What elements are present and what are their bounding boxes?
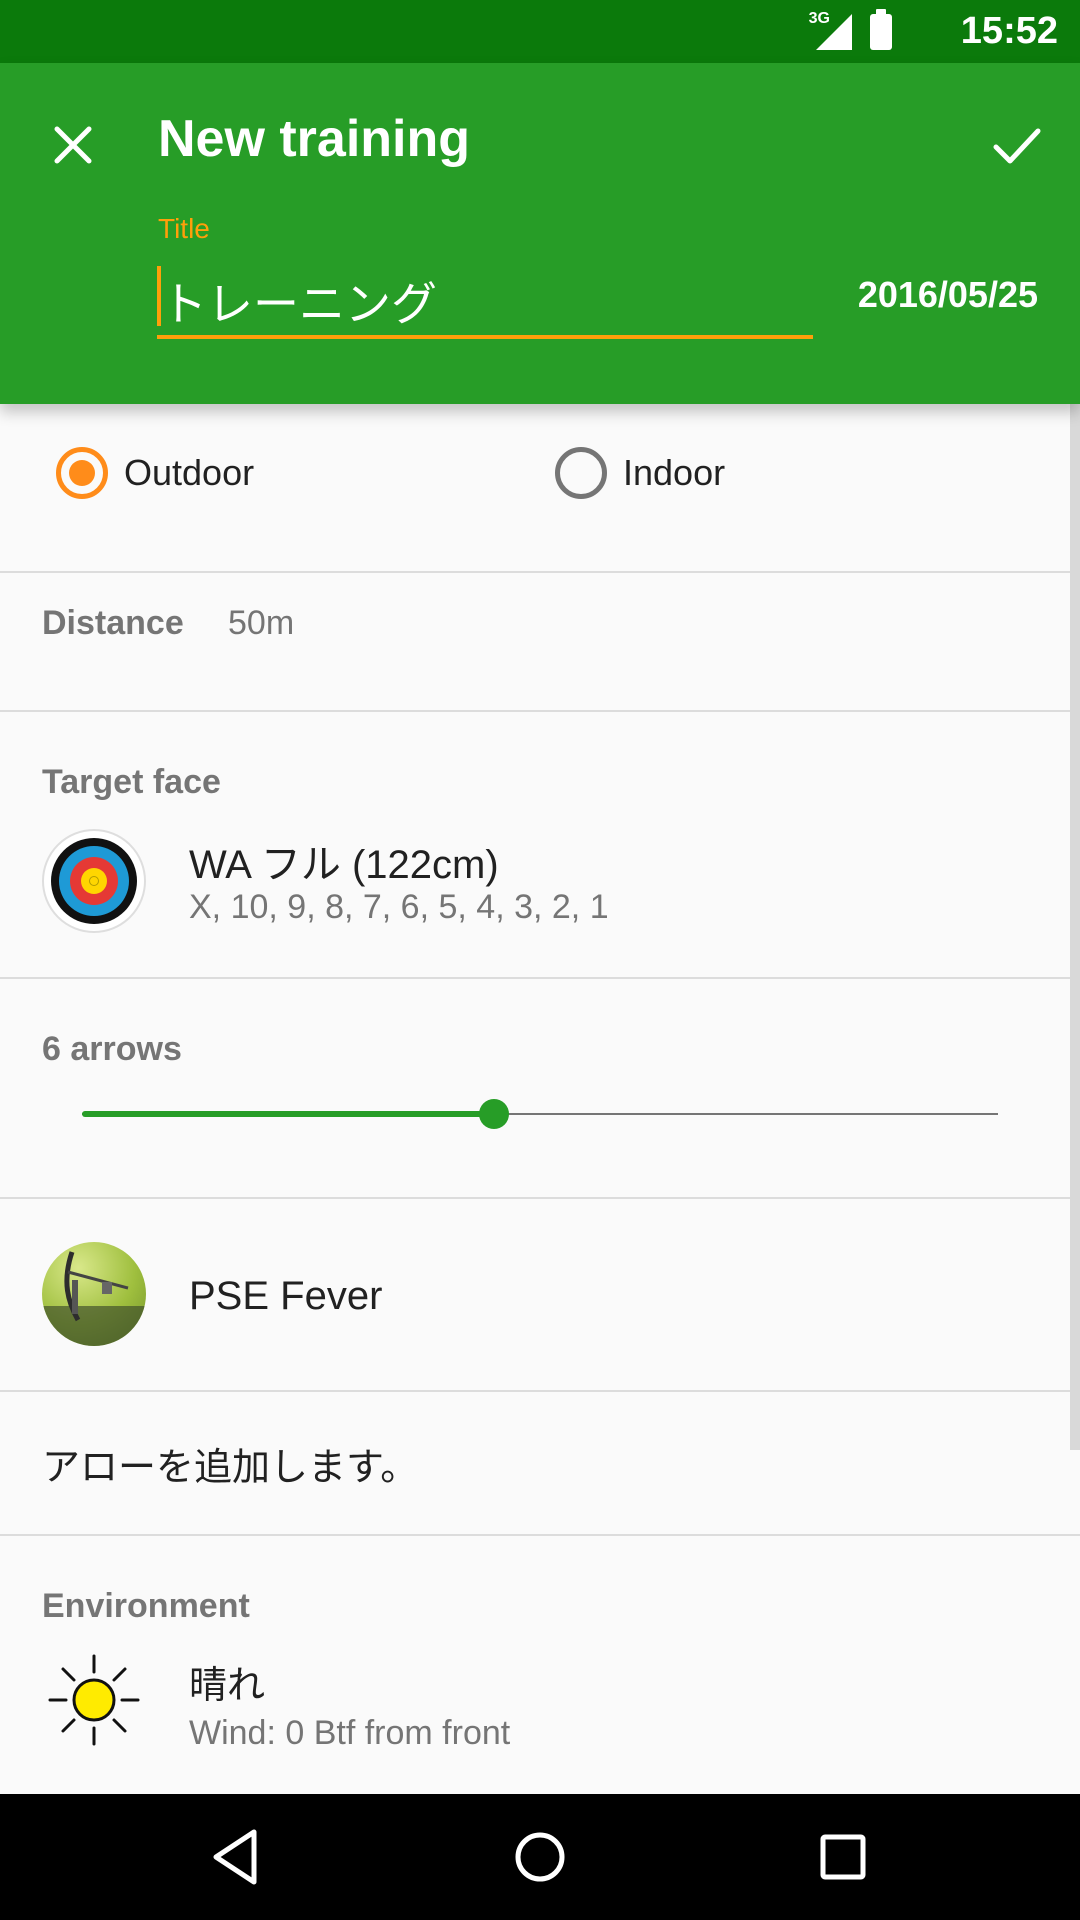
target-face-icon	[42, 829, 146, 933]
back-icon[interactable]	[200, 1820, 274, 1894]
status-bar: 3G 15:52	[0, 0, 1080, 63]
date-picker[interactable]: 2016/05/25	[858, 274, 1038, 316]
app-bar: New training Title 2016/05/25	[0, 63, 1080, 404]
radio-checked-icon	[56, 447, 108, 499]
scrollbar[interactable]	[1070, 404, 1080, 1450]
divider	[0, 977, 1080, 979]
save-button[interactable]	[982, 110, 1052, 180]
radio-outdoor[interactable]: Outdoor	[56, 447, 254, 499]
target-face-name: WA フル (122cm)	[189, 843, 499, 887]
radio-unchecked-icon	[555, 447, 607, 499]
arrows-slider-fill	[82, 1111, 495, 1117]
arrows-count-label: 6 arrows	[42, 1030, 182, 1068]
divider	[0, 571, 1080, 573]
navigation-bar	[0, 1794, 1080, 1920]
training-form: Outdoor Indoor Distance 50m Target face …	[0, 404, 1080, 1794]
environment-label: Environment	[42, 1587, 250, 1625]
radio-indoor-label: Indoor	[623, 452, 726, 493]
close-button[interactable]	[38, 110, 108, 180]
distance-label: Distance	[42, 604, 184, 642]
title-input[interactable]	[157, 266, 813, 339]
page-title: New training	[158, 110, 471, 168]
status-time: 15:52	[960, 10, 1058, 52]
home-icon[interactable]	[503, 1820, 577, 1894]
text-caret	[157, 266, 161, 326]
radio-outdoor-label: Outdoor	[124, 452, 255, 493]
wind-info: Wind: 0 Btf from front	[189, 1714, 511, 1752]
distance-value: 50m	[228, 604, 295, 642]
add-arrow-prompt: アローを追加します。	[42, 1445, 419, 1489]
bow-name: PSE Fever	[189, 1274, 383, 1318]
divider	[0, 1197, 1080, 1199]
divider	[0, 1534, 1080, 1536]
recent-apps-icon[interactable]	[806, 1820, 880, 1894]
sun-icon	[48, 1654, 140, 1746]
divider	[0, 1390, 1080, 1392]
target-face-label: Target face	[42, 763, 221, 801]
radio-indoor[interactable]: Indoor	[555, 447, 725, 499]
battery-icon	[870, 9, 892, 50]
signal-icon	[816, 14, 852, 50]
bow-avatar	[42, 1242, 146, 1346]
title-field-label: Title	[158, 213, 210, 244]
divider	[0, 710, 1080, 712]
weather-label: 晴れ	[189, 1663, 266, 1707]
arrows-slider-thumb[interactable]	[479, 1099, 510, 1129]
close-icon	[54, 126, 92, 164]
check-icon	[993, 128, 1041, 164]
target-face-scoring: X, 10, 9, 8, 7, 6, 5, 4, 3, 2, 1	[189, 888, 609, 926]
